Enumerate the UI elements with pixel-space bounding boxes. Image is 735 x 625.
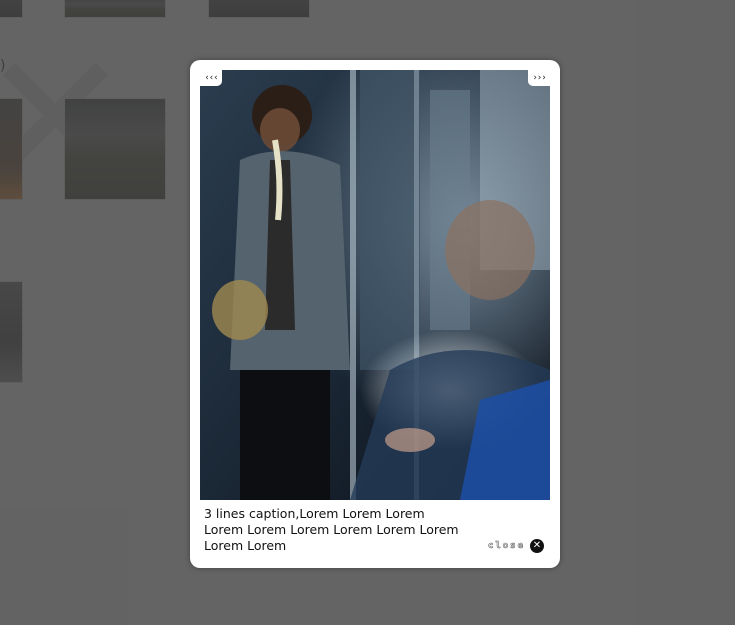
image-caption: 3 lines caption,Lorem Lorem Lorem Lorem … (204, 506, 459, 553)
lightbox-dialog: ‹‹‹ ››› 3 lines caption,Lorem Lorem Lore… (190, 60, 560, 568)
close-label[interactable]: close (488, 541, 525, 552)
close-x-icon[interactable]: ✕ (530, 539, 544, 553)
subway-photo-image (200, 70, 550, 500)
lightbox-photo (200, 70, 550, 500)
close-button[interactable]: close ✕ (488, 538, 544, 554)
next-image-button[interactable]: ››› (528, 70, 550, 86)
previous-image-button[interactable]: ‹‹‹ (200, 70, 222, 86)
